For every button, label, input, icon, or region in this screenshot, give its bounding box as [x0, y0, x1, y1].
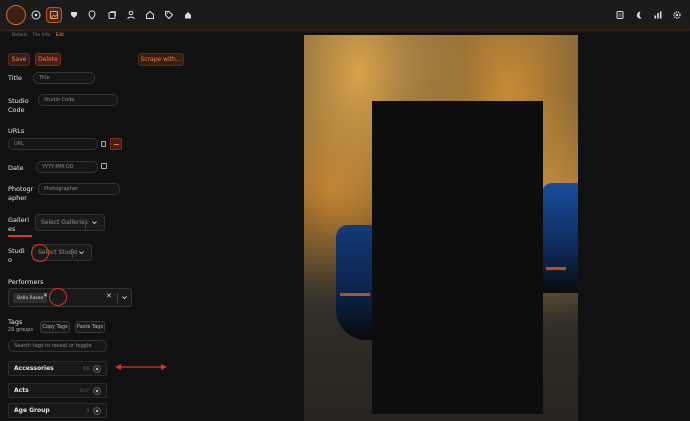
car-taillight: [546, 267, 566, 270]
photographer-placeholder: Photographer: [44, 186, 79, 192]
scrape-with-button[interactable]: Scrape with...: [138, 53, 184, 66]
photographer-label: Photogr apher: [8, 185, 33, 203]
performers-icon[interactable]: [123, 7, 139, 23]
tag-icon[interactable]: [161, 7, 177, 23]
stats-icon[interactable]: [650, 7, 666, 23]
date-label: Date: [8, 164, 24, 172]
select-divider: [85, 219, 86, 228]
studio-label: Studi o: [8, 247, 25, 265]
title-placeholder: Title: [39, 75, 50, 81]
performers-label: Performers: [8, 278, 44, 286]
expand-group-icon[interactable]: [93, 407, 101, 415]
car-taillight: [340, 293, 370, 296]
breadcrumb: Details File Info Edit: [12, 32, 68, 37]
groups-icon[interactable]: [180, 7, 196, 23]
remove-chip-icon[interactable]: ✕: [43, 292, 48, 299]
tag-group-row[interactable]: Age Group 0: [8, 403, 107, 418]
tag-group-name: Accessories: [14, 365, 54, 372]
tag-group-name: Acts: [14, 387, 29, 394]
studio-code-label-line2: Code: [8, 106, 25, 114]
studio-code-input[interactable]: Studio Code: [38, 94, 118, 106]
url-input[interactable]: URL: [8, 138, 98, 150]
tag-group-count: 0/17: [80, 388, 89, 393]
map-pin-icon[interactable]: [84, 7, 100, 23]
tags-icon[interactable]: [66, 7, 82, 23]
galleries-select[interactable]: Select Galleries: [35, 214, 105, 231]
performer-chip-label: Bella Rasee: [17, 295, 44, 301]
galleries-placeholder: Select Galleries: [41, 219, 88, 226]
chevron-down-icon[interactable]: [78, 249, 85, 256]
tab-file-info[interactable]: File Info: [33, 32, 50, 37]
copy-tags-button[interactable]: Copy Tags: [40, 321, 70, 333]
title-input[interactable]: Title: [33, 72, 95, 84]
urls-label: URLs: [8, 127, 25, 135]
galleries-icon[interactable]: [104, 7, 120, 23]
queue-icon[interactable]: [612, 7, 628, 23]
studio-code-label-line1: Studio: [8, 97, 29, 105]
title-label: Title: [8, 74, 22, 82]
car-left-portion: [336, 225, 376, 340]
expand-group-icon[interactable]: [93, 387, 101, 395]
studio-label-line2: o: [8, 256, 12, 264]
copy-url-icon[interactable]: [101, 141, 106, 147]
url-placeholder: URL: [14, 141, 24, 147]
photographer-label-line2: apher: [8, 194, 27, 202]
clear-icon[interactable]: ✕: [106, 292, 112, 300]
select-divider: [72, 249, 73, 258]
select-divider: [117, 293, 118, 303]
scenes-icon[interactable]: [28, 7, 44, 23]
moon-icon[interactable]: [631, 7, 647, 23]
tag-group-count: 0/8: [82, 366, 89, 371]
chevron-down-icon[interactable]: [91, 219, 98, 226]
gear-icon[interactable]: [669, 7, 685, 23]
performers-select[interactable]: Bella Rasee ✕ ✕: [8, 288, 132, 307]
remove-url-button[interactable]: [110, 138, 122, 150]
home-logo-button[interactable]: [6, 5, 26, 25]
date-input[interactable]: YYYY-MM-DD: [36, 161, 98, 173]
tag-group-row[interactable]: Accessories 0/8: [8, 361, 107, 376]
minus-icon: [114, 144, 119, 145]
galleries-label-line1: Galleri: [8, 216, 30, 224]
images-icon[interactable]: [46, 7, 62, 23]
galleries-label: Galleri es: [8, 216, 29, 234]
car-right-portion: [542, 183, 578, 293]
tag-search-input[interactable]: Search tags to reveal or toggle: [8, 340, 107, 352]
tag-groups-count: 29 groups: [8, 327, 34, 333]
tab-edit[interactable]: Edit: [56, 32, 65, 37]
top-nav-bar: [0, 0, 690, 30]
chevron-down-icon[interactable]: [121, 294, 128, 301]
studios-icon[interactable]: [142, 7, 158, 23]
photographer-input[interactable]: Photographer: [38, 183, 120, 195]
studio-label-line1: Studi: [8, 247, 25, 255]
studio-circle-annotation: [31, 244, 49, 262]
galleries-label-line2: es: [8, 225, 16, 233]
paste-tags-button[interactable]: Paste Tags: [75, 321, 105, 333]
double-arrow-annotation: [115, 364, 167, 370]
save-button[interactable]: Save: [8, 53, 30, 66]
expand-group-icon[interactable]: [93, 365, 101, 373]
tag-group-count: 0: [86, 408, 89, 413]
image-preview: [304, 35, 578, 421]
studio-code-label: Studio Code: [8, 97, 29, 115]
redaction-block: [372, 101, 543, 414]
calendar-icon[interactable]: [101, 163, 107, 169]
galleries-underline-annotation: [8, 235, 32, 237]
studio-code-placeholder: Studio Code: [44, 97, 75, 103]
performers-circle-annotation: [49, 288, 67, 306]
date-placeholder: YYYY-MM-DD: [42, 164, 74, 170]
tag-group-name: Age Group: [14, 407, 50, 414]
tag-group-row[interactable]: Acts 0/17: [8, 383, 107, 398]
tag-search-placeholder: Search tags to reveal or toggle: [14, 343, 92, 349]
delete-button[interactable]: Delete: [35, 53, 61, 66]
tab-details[interactable]: Details: [12, 32, 27, 37]
photographer-label-line1: Photogr: [8, 185, 34, 193]
